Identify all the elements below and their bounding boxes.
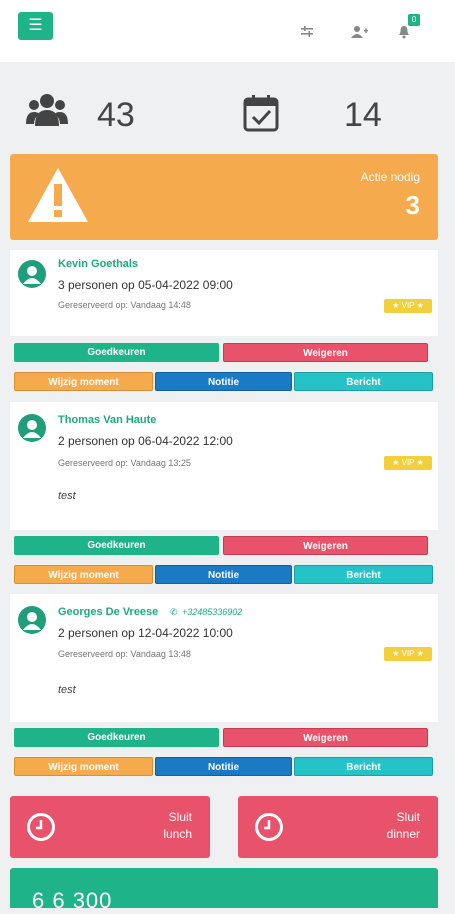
reservation-card: Thomas Van Haute 2 personen op 06-04-202… — [10, 402, 438, 530]
vip-badge: ★ VIP ★ — [384, 647, 432, 661]
hamburger-icon: ☰ — [28, 17, 43, 34]
reserved-at: Gereserveerd op: Vandaag 13:48 — [58, 649, 191, 659]
reservations-count: 14 — [344, 96, 382, 134]
guest-name[interactable]: Georges De Vreese — [58, 606, 158, 618]
note-button[interactable]: Notitie — [155, 757, 292, 776]
guests-count: 43 — [97, 96, 135, 134]
approve-button[interactable]: Goedkeuren — [14, 728, 219, 747]
message-button[interactable]: Bericht — [294, 565, 433, 584]
add-user-icon[interactable] — [350, 22, 370, 42]
close-dinner-label: Sluit dinner — [386, 810, 420, 841]
alert-label: Actie nodig — [360, 170, 420, 184]
stats-row: 43 14 — [0, 82, 455, 144]
reservation-detail: 2 personen op 06-04-2022 12:00 — [58, 434, 233, 448]
avatar — [18, 414, 46, 442]
reservation-note: test — [58, 490, 76, 502]
reject-button[interactable]: Weigeren — [223, 343, 428, 362]
approve-button[interactable]: Goedkeuren — [14, 343, 219, 362]
warning-icon — [26, 166, 90, 229]
message-button[interactable]: Bericht — [294, 757, 433, 776]
alert-count: 3 — [405, 190, 420, 220]
approve-button[interactable]: Goedkeuren — [14, 536, 219, 555]
change-moment-button[interactable]: Wijzig moment — [14, 372, 153, 391]
guest-name[interactable]: Kevin Goethals — [58, 258, 138, 270]
avatar — [18, 606, 46, 634]
vip-badge: ★ VIP ★ — [384, 456, 432, 470]
message-button[interactable]: Bericht — [294, 372, 433, 391]
reservation-card: Kevin Goethals 3 personen op 05-04-2022 … — [10, 250, 438, 336]
reserved-at: Gereserveerd op: Vandaag 14:48 — [58, 300, 191, 310]
note-button[interactable]: Notitie — [155, 565, 292, 584]
reservation-note: test — [58, 684, 76, 696]
change-moment-button[interactable]: Wijzig moment — [14, 757, 153, 776]
notification-badge: 0 — [408, 14, 420, 26]
clock-icon — [254, 812, 284, 842]
reservation-detail: 2 personen op 12-04-2022 10:00 — [58, 626, 233, 640]
reject-button[interactable]: Weigeren — [223, 536, 428, 555]
filter-icon[interactable] — [297, 22, 317, 42]
action-needed-panel[interactable]: Actie nodig 3 — [10, 154, 438, 240]
clock-icon — [26, 812, 56, 842]
phone-icon: ✆ — [170, 607, 178, 617]
guest-name[interactable]: Thomas Van Haute — [58, 414, 156, 426]
note-button[interactable]: Notitie — [155, 372, 292, 391]
reservation-card: Georges De Vreese ✆ +32485336902 2 perso… — [10, 594, 438, 722]
reservation-detail: 3 personen op 05-04-2022 09:00 — [58, 278, 233, 292]
revenue-value: 6 6 300 — [32, 888, 113, 913]
users-icon — [26, 92, 68, 135]
calendar-check-icon — [243, 94, 279, 137]
guest-phone[interactable]: +32485336902 — [182, 607, 242, 617]
close-dinner-button[interactable]: Sluit dinner — [238, 796, 438, 858]
close-lunch-button[interactable]: Sluit lunch — [10, 796, 210, 858]
reject-button[interactable]: Weigeren — [223, 728, 428, 747]
reserved-at: Gereserveerd op: Vandaag 13:25 — [58, 458, 191, 468]
revenue-tile[interactable]: 6 6 300 — [10, 868, 438, 913]
top-bar: ☰ 0 — [0, 0, 455, 62]
change-moment-button[interactable]: Wijzig moment — [14, 565, 153, 584]
close-lunch-label: Sluit lunch — [163, 810, 192, 841]
vip-badge: ★ VIP ★ — [384, 299, 432, 313]
avatar — [18, 260, 46, 288]
menu-button[interactable]: ☰ — [18, 12, 53, 40]
